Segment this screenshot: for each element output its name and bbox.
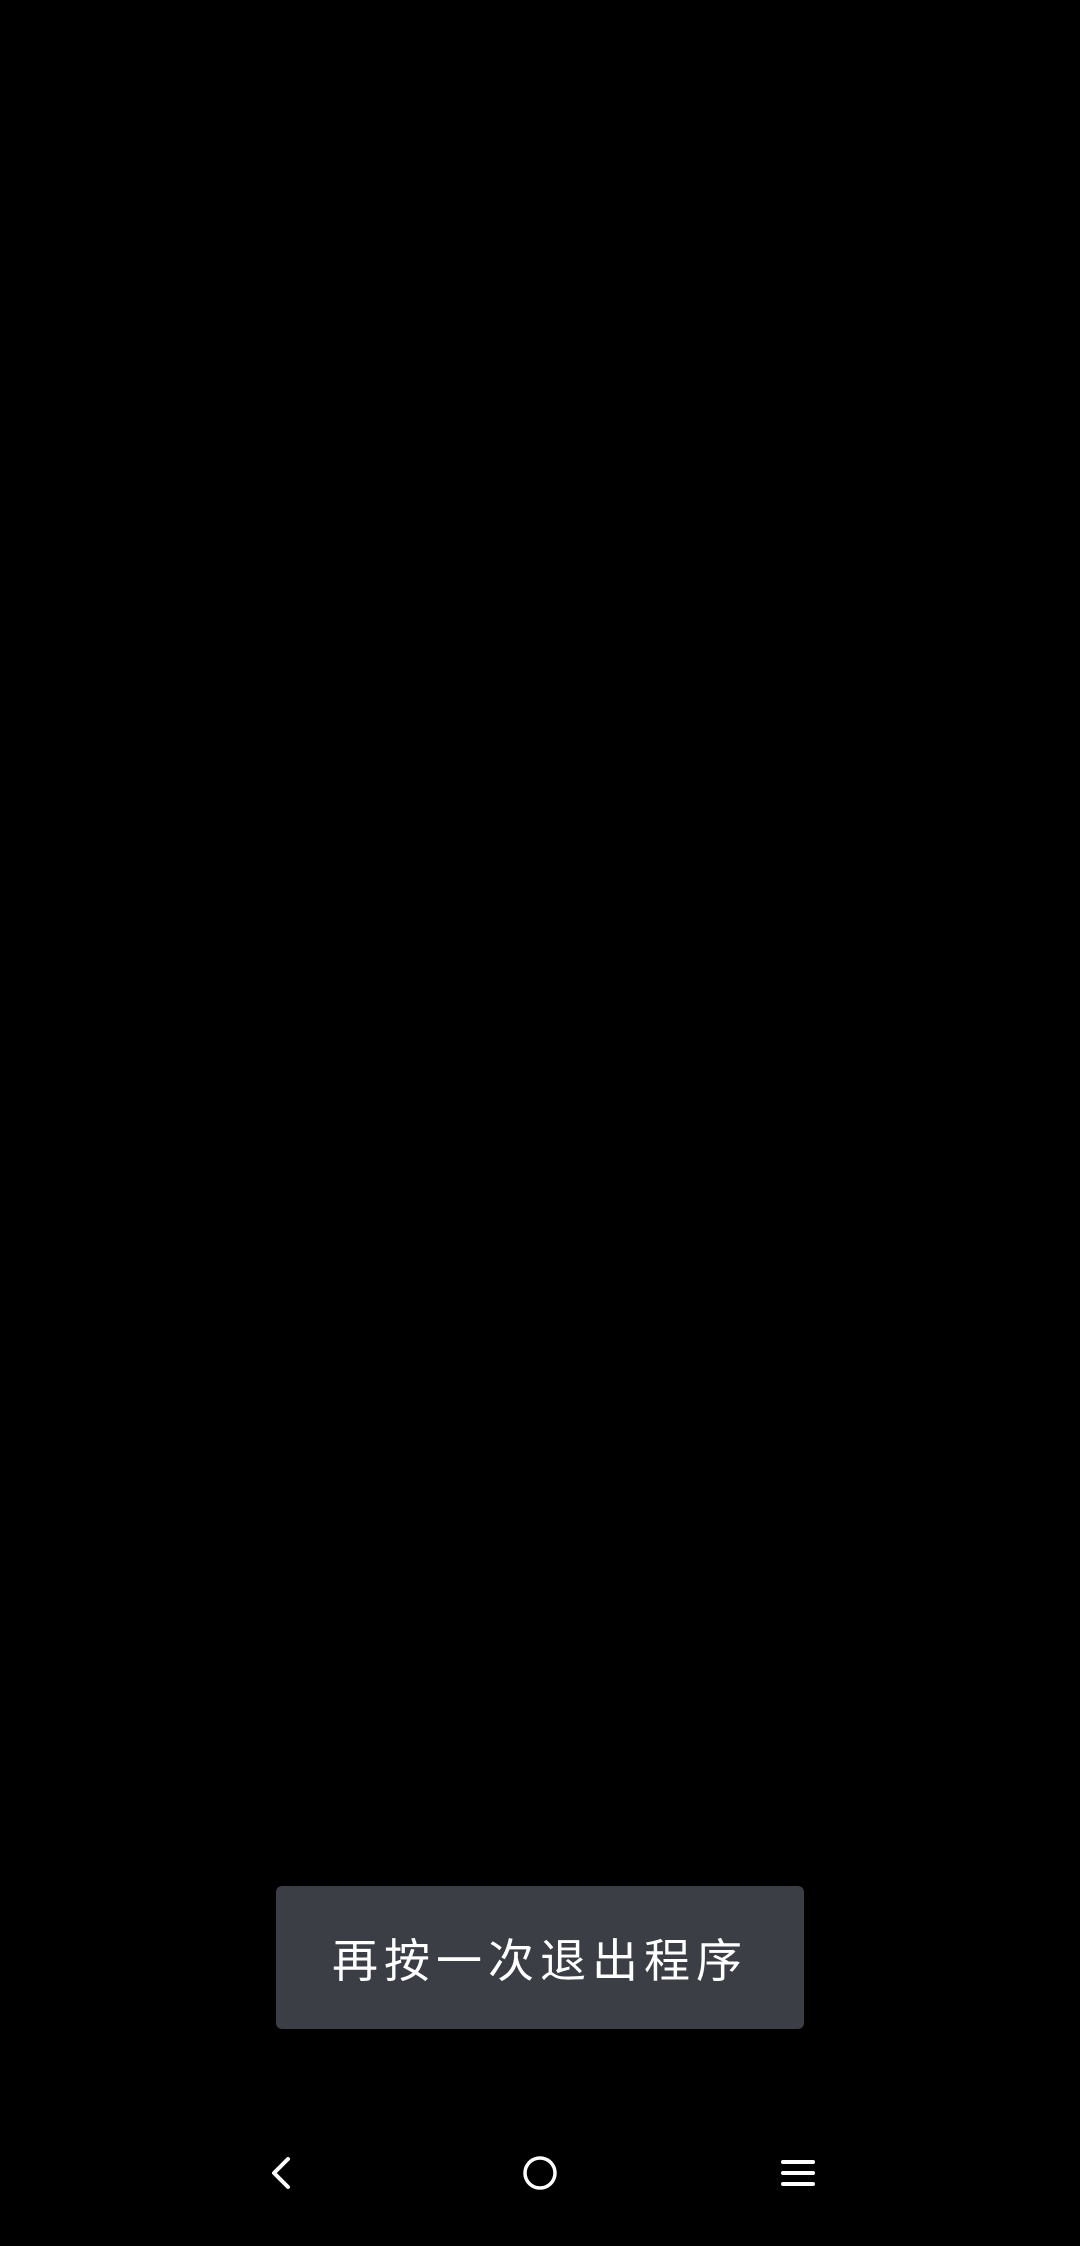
- recents-button[interactable]: [738, 2100, 858, 2246]
- system-navigation-bar: [0, 2100, 1080, 2246]
- back-button[interactable]: [222, 2100, 342, 2246]
- hamburger-menu-icon: [781, 2160, 815, 2186]
- toast-message: 再按一次退出程序: [332, 1933, 748, 1988]
- app-content-area: [0, 0, 1080, 2100]
- chevron-left-icon: [272, 2157, 290, 2189]
- home-button[interactable]: [480, 2100, 600, 2246]
- screen: 再按一次退出程序: [0, 0, 1080, 2246]
- exit-toast: 再按一次退出程序: [276, 1886, 804, 2029]
- circle-home-icon: [523, 2156, 557, 2190]
